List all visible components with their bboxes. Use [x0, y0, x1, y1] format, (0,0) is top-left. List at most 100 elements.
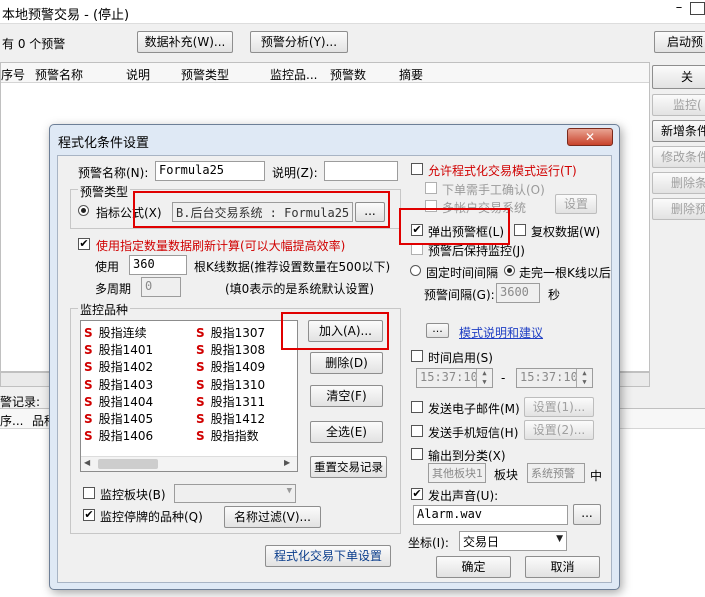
monitor-board-label[interactable]: 监控板块(B)	[100, 486, 166, 503]
model-desc-button[interactable]: ...	[426, 323, 449, 338]
instruments-hscroll[interactable]: ◀ ▶	[81, 456, 297, 471]
dialog-client: 预警名称(N): Formula25 说明(Z): 预警类型 指标公式(X) B…	[57, 155, 612, 583]
rights-data-label[interactable]: 复权数据(W)	[531, 223, 600, 240]
use-specified-checkbox[interactable]: ✔	[78, 238, 90, 250]
coordinate-select[interactable]: 交易日 ▼	[459, 531, 567, 551]
ok-button[interactable]: 确定	[436, 556, 511, 578]
list-item[interactable]: S 股指1409	[196, 358, 296, 375]
delete-instrument-button[interactable]: 删除(D)	[310, 352, 383, 374]
send-sms-label[interactable]: 发送手机短信(H)	[428, 424, 518, 441]
scroll-right-icon[interactable]: ▶	[284, 458, 290, 467]
use-label: 使用	[95, 260, 120, 274]
send-email-label[interactable]: 发送电子邮件(M)	[428, 400, 520, 417]
monitor-board-select[interactable]: ▼	[174, 484, 296, 503]
time-enable-checkbox[interactable]	[411, 350, 423, 362]
instruments-list[interactable]: S 股指连续 S 股指1401 S 股指1402 S 股指1403 S 股指1404 S股…	[80, 320, 298, 472]
send-email-checkbox[interactable]	[411, 401, 423, 413]
maximize-button[interactable]	[690, 2, 705, 15]
list-item[interactable]: S 股指1403	[84, 376, 189, 393]
alert-count-text: 有 0 个预警	[2, 37, 66, 51]
column-header[interactable]: 监控品...	[270, 66, 317, 83]
fixed-interval-label[interactable]: 固定时间间隔	[426, 264, 498, 281]
manual-confirm-checkbox[interactable]	[425, 182, 437, 194]
sms-settings-button[interactable]: 设置(2)...	[524, 420, 594, 440]
name-filter-button[interactable]: 名称过滤(V)...	[224, 506, 321, 528]
time-enable-label[interactable]: 时间启用(S)	[428, 349, 493, 366]
sound-label[interactable]: 发出声音(U):	[428, 487, 498, 504]
column-header[interactable]: 说明	[126, 66, 150, 83]
multi-cycle-input[interactable]: 0	[141, 277, 181, 297]
sound-browse-button[interactable]: ...	[573, 504, 601, 525]
program-trade-settings-button[interactable]: 程式化交易下单设置	[265, 545, 391, 567]
scroll-left-icon[interactable]: ◀	[84, 458, 90, 467]
list-item[interactable]: S 股指1310	[196, 376, 296, 393]
time-end-input[interactable]: 15:37:10 ▲ ▼	[516, 368, 593, 388]
reset-trade-record-button[interactable]: 重置交易记录	[310, 456, 387, 478]
system-alert-field[interactable]: 系统预警	[527, 463, 585, 483]
main-title: 本地预警交易 - (停止)	[2, 8, 130, 23]
allow-program-trade-checkbox[interactable]	[411, 163, 423, 175]
description-input[interactable]	[324, 161, 398, 181]
program-trade-settings-small-button[interactable]: 设置	[555, 194, 597, 214]
interval-input[interactable]: 3600	[496, 283, 540, 303]
rights-data-checkbox[interactable]	[514, 224, 526, 236]
list-item[interactable]: S 股指指数	[196, 427, 296, 444]
monitor-button[interactable]: 监控(	[652, 94, 705, 116]
kline-count-input[interactable]: 360	[129, 255, 187, 275]
column-header[interactable]: 摘要	[399, 66, 423, 83]
list-item[interactable]: S 股指1412	[196, 410, 296, 427]
manual-confirm-label[interactable]: 下单需手工确认(O)	[442, 181, 545, 198]
close-button[interactable]: 关	[652, 65, 705, 89]
list-item[interactable]: S 股指连续	[84, 324, 189, 341]
output-category-label[interactable]: 输出到分类(X)	[428, 447, 506, 464]
seconds-label: 秒	[548, 288, 561, 302]
output-category-checkbox[interactable]	[411, 448, 423, 460]
default-note-label: (填0表示的是系统默认设置)	[225, 282, 374, 296]
other-board-field[interactable]: 其他板块1	[428, 463, 486, 483]
data-supplement-button[interactable]: 数据补充(W)...	[137, 31, 233, 53]
scroll-thumb[interactable]	[98, 459, 158, 469]
indicator-formula-radio[interactable]	[78, 205, 89, 216]
after-kline-radio[interactable]	[504, 265, 515, 276]
fixed-interval-radio[interactable]	[410, 265, 421, 276]
spin-arrows-icon[interactable]: ▲ ▼	[576, 369, 592, 387]
delete-condition-button[interactable]: 删除条	[652, 172, 705, 194]
select-all-button[interactable]: 全选(E)	[310, 421, 383, 443]
model-desc-link[interactable]: 模式说明和建议	[459, 324, 543, 341]
column-header[interactable]: 序...	[0, 412, 23, 429]
after-kline-label[interactable]: 走完一根K线以后	[519, 264, 611, 281]
email-settings-button[interactable]: 设置(1)...	[524, 397, 594, 417]
clear-button[interactable]: 清空(F)	[310, 385, 383, 407]
sound-file-input[interactable]: Alarm.wav	[413, 505, 568, 525]
use-specified-label[interactable]: 使用指定数量数据刷新计算(可以大幅提高效率)	[96, 237, 345, 254]
column-header[interactable]: 序号	[1, 66, 25, 83]
spin-arrows-icon[interactable]: ▲ ▼	[476, 369, 492, 387]
kline-desc-label: 根K线数据(推荐设置数量在500以下)	[194, 260, 391, 274]
monitor-board-checkbox[interactable]	[83, 487, 95, 499]
column-header[interactable]: 预警名称	[35, 66, 83, 83]
alert-name-input[interactable]: Formula25	[155, 161, 265, 181]
list-item[interactable]: S 股指1404	[84, 393, 189, 410]
new-condition-button[interactable]: 新增条件	[652, 120, 705, 142]
modify-condition-button[interactable]: 修改条件	[652, 146, 705, 168]
in-label: 中	[590, 469, 603, 483]
delete-alert-button[interactable]: 删除预	[652, 198, 705, 220]
alert-analysis-button[interactable]: 预警分析(Y)...	[250, 31, 348, 53]
time-start-input[interactable]: 15:37:10 ▲ ▼	[416, 368, 493, 388]
dialog-close-button[interactable]: ✕	[567, 128, 613, 146]
monitor-suspended-checkbox[interactable]: ✔	[83, 509, 95, 521]
sound-checkbox[interactable]: ✔	[411, 488, 423, 500]
column-header[interactable]: 预警数	[330, 66, 366, 83]
list-item[interactable]: S 股指1311	[196, 393, 296, 410]
multi-cycle-label: 多周期	[95, 282, 132, 296]
cancel-button[interactable]: 取消	[525, 556, 600, 578]
allow-program-trade-label[interactable]: 允许程式化交易模式运行(T)	[428, 162, 577, 179]
list-item[interactable]: S 股指1401	[84, 341, 189, 358]
send-sms-checkbox[interactable]	[411, 425, 423, 437]
list-item[interactable]: S 股指1406	[84, 427, 189, 444]
start-alert-button[interactable]: 启动预	[654, 31, 705, 53]
list-item[interactable]: S 股指1402	[84, 358, 189, 375]
column-header[interactable]: 预警类型	[181, 66, 229, 83]
list-item[interactable]: S 股指1405	[84, 410, 189, 427]
monitor-suspended-label[interactable]: 监控停牌的品种(Q)	[100, 508, 203, 525]
